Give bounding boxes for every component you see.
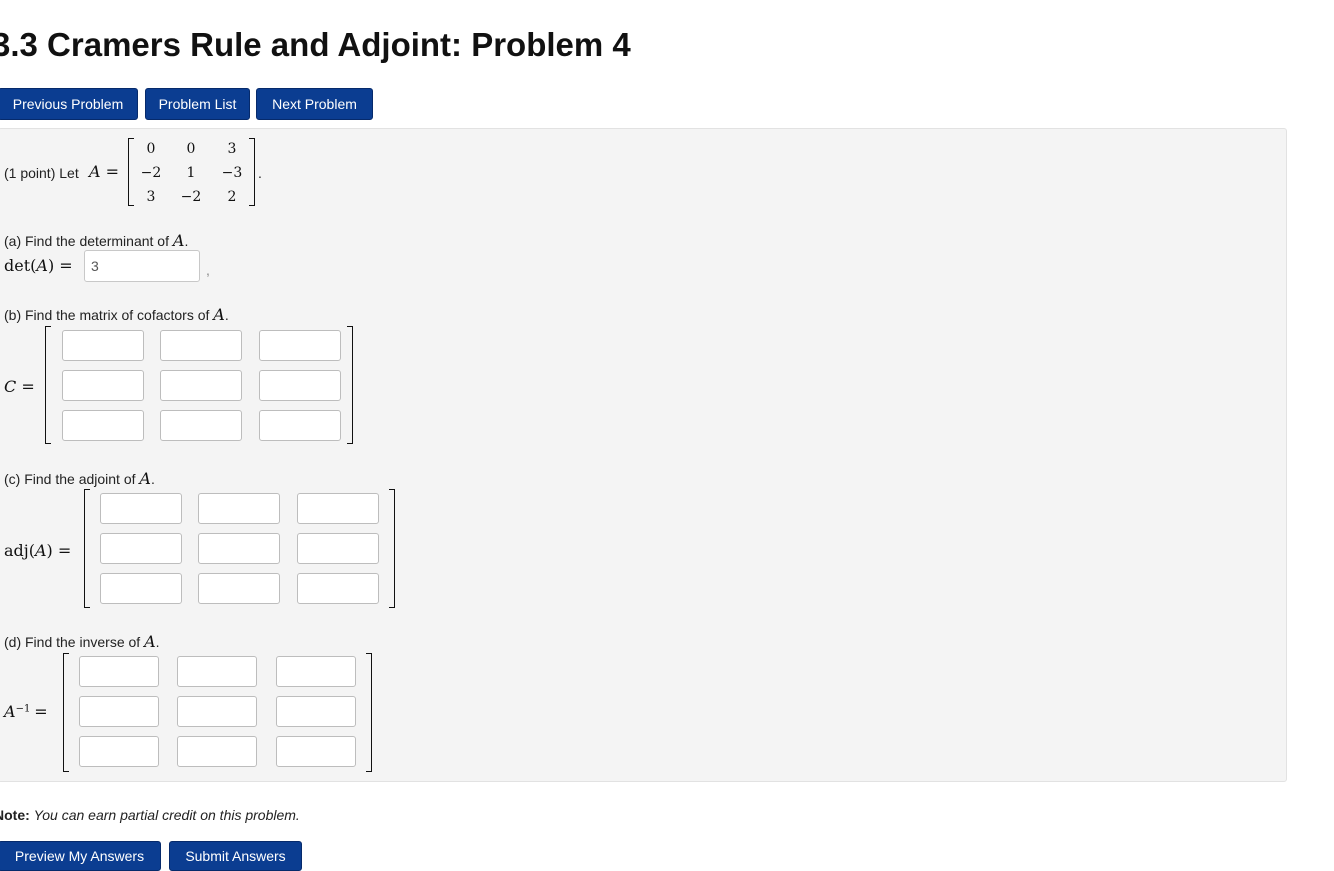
cofactor-input[interactable] [259,370,341,401]
inverse-input[interactable] [79,656,159,687]
matrix-a-label: A = [89,162,120,181]
adjoint-input[interactable] [297,533,379,564]
matrix-a-period: . [258,165,262,181]
matrix-a-cell: −2 [180,189,202,205]
inverse-input[interactable] [177,656,257,687]
cofactor-input[interactable] [160,410,242,441]
adjoint-input[interactable] [198,493,280,524]
page-title: 3.3 Cramers Rule and Adjoint: Problem 4 [0,26,631,63]
next-problem-button[interactable]: Next Problem [256,88,373,120]
adjoint-input[interactable] [100,493,182,524]
inverse-label: A−1 = [4,702,48,721]
part-c-prompt: (c) Find the adjoint of A. [4,469,155,488]
det-trailing: , [206,262,210,278]
adjoint-left-bracket [84,489,90,608]
inverse-input[interactable] [177,696,257,727]
problem-list-button[interactable]: Problem List [145,88,250,120]
cofactor-input[interactable] [62,410,144,441]
adjoint-input[interactable] [100,573,182,604]
part-b-prompt: (b) Find the matrix of cofactors of A. [4,305,229,324]
inverse-right-bracket [366,653,372,772]
adjoint-right-bracket [389,489,395,608]
cofactor-input[interactable] [160,330,242,361]
matrix-a-cell: 0 [186,141,196,157]
determinant-input[interactable] [84,250,200,282]
adjoint-input[interactable] [297,573,379,604]
inverse-input[interactable] [276,656,356,687]
adjoint-input[interactable] [198,573,280,604]
matrix-a-cell: 1 [186,165,196,181]
inverse-input[interactable] [276,696,356,727]
adjoint-input[interactable] [198,533,280,564]
inverse-left-bracket [63,653,69,772]
cofactor-left-bracket [45,326,51,444]
matrix-a-cell: −3 [221,165,243,181]
part-a-prompt: (a) Find the determinant of A. [4,231,189,250]
cofactor-label: C = [4,377,35,396]
cofactor-input[interactable] [160,370,242,401]
matrix-a-cell: 0 [146,141,156,157]
points-label: (1 point) Let [4,165,79,181]
adjoint-label: adj(A) = [4,541,72,560]
preview-answers-button[interactable]: Preview My Answers [0,841,161,871]
cofactor-input[interactable] [259,410,341,441]
matrix-a-cell: 2 [227,189,237,205]
matrix-a-cell: −2 [140,165,162,181]
inverse-input[interactable] [79,736,159,767]
inverse-input[interactable] [276,736,356,767]
inverse-input[interactable] [177,736,257,767]
matrix-a-cell: 3 [146,189,156,205]
matrix-a-cell: 3 [227,141,237,157]
partial-credit-note: Note: You can earn partial credit on thi… [0,807,300,823]
cofactor-input[interactable] [259,330,341,361]
cofactor-input[interactable] [62,330,144,361]
inverse-input[interactable] [79,696,159,727]
previous-problem-button[interactable]: Previous Problem [0,88,138,120]
part-d-prompt: (d) Find the inverse of A. [4,632,160,651]
cofactor-right-bracket [347,326,353,444]
adjoint-input[interactable] [297,493,379,524]
cofactor-input[interactable] [62,370,144,401]
det-label: det(A) = [4,256,73,275]
submit-answers-button[interactable]: Submit Answers [169,841,302,871]
adjoint-input[interactable] [100,533,182,564]
